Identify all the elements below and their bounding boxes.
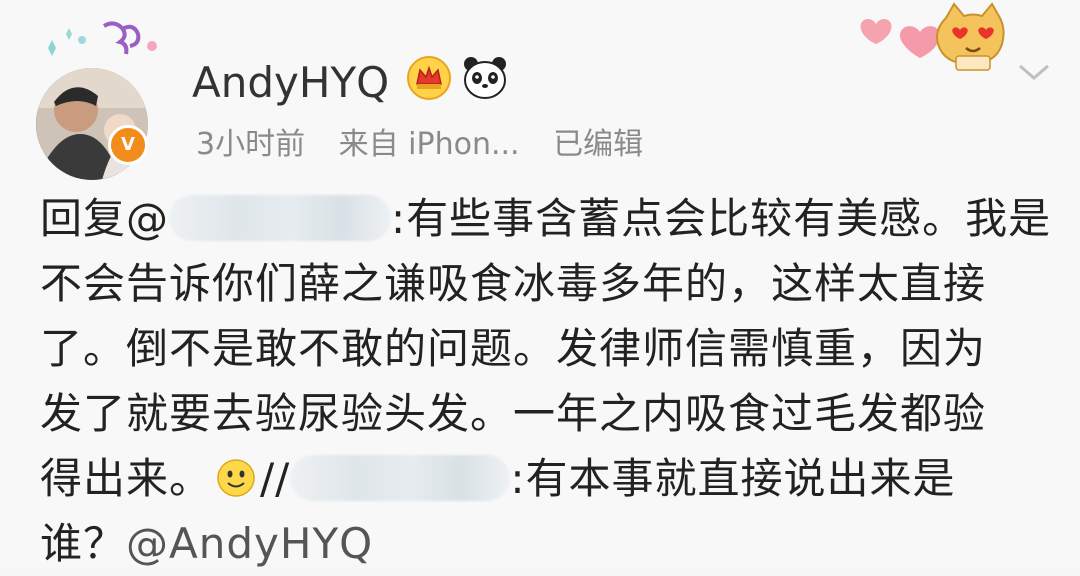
text-segment: :有本事就直接说出来是 [510,454,956,503]
panda-icon[interactable] [461,54,509,102]
username[interactable]: AndyHYQ [192,58,389,108]
repost-separator: // [260,454,291,503]
verified-badge: V [108,125,148,165]
chevron-down-icon[interactable] [1016,60,1052,84]
post-line: 谁？@AndyHYQ [40,511,1050,576]
post-line: 回复@ :有些事含蓄点会比较有美感。我是 [40,186,1050,251]
blurred-username [290,454,511,501]
smiley-icon [217,458,255,497]
text-segment: :有些事含蓄点会比较有美感。我是 [391,194,1052,243]
weibo-post-card: V AndyHYQ 3小时前 来自 iPhon... 已编辑 回复@:有些事含… [0,0,1080,568]
crown-icon[interactable] [405,54,453,102]
text-segment: 发了就要去验尿验头发。一年之内吸食过毛发都验 [40,389,987,438]
edited-label[interactable]: 已编辑 [553,127,643,162]
mention-link[interactable]: @AndyHYQ [126,519,373,568]
post-meta: 3小时前 来自 iPhon... 已编辑 [196,125,667,165]
reply-prefix: 回复@ [40,194,170,243]
post-time: 3小时前 [196,127,306,162]
text-segment: 了。倒不是敢不敢的问题。发律师信需慎重，因为 [40,324,987,373]
post-source[interactable]: 来自 iPhon... [339,127,520,162]
post-line: 得出来。 // :有本事就直接说出来是 [40,446,1050,511]
post-line: 不会告诉你们薛之谦吸食冰毒多年的，这样太直接 [40,251,1050,316]
heart-eyes-cat-icon [936,2,1005,71]
text-segment: 得出来。 [40,454,213,503]
post-line: 了。倒不是敢不敢的问题。发律师信需慎重，因为 [40,316,1050,381]
post-body: 回复@ :有些事含蓄点会比较有美感。我是 不会告诉你们薛之谦吸食冰毒多年的，这样太… [40,186,1050,576]
post-line: 发了就要去验尿验头发。一年之内吸食过毛发都验 [40,381,1050,446]
text-segment: 谁？ [40,519,127,568]
blurred-username [169,194,392,241]
text-segment: 不会告诉你们薛之谦吸食冰毒多年的，这样太直接 [40,259,987,308]
